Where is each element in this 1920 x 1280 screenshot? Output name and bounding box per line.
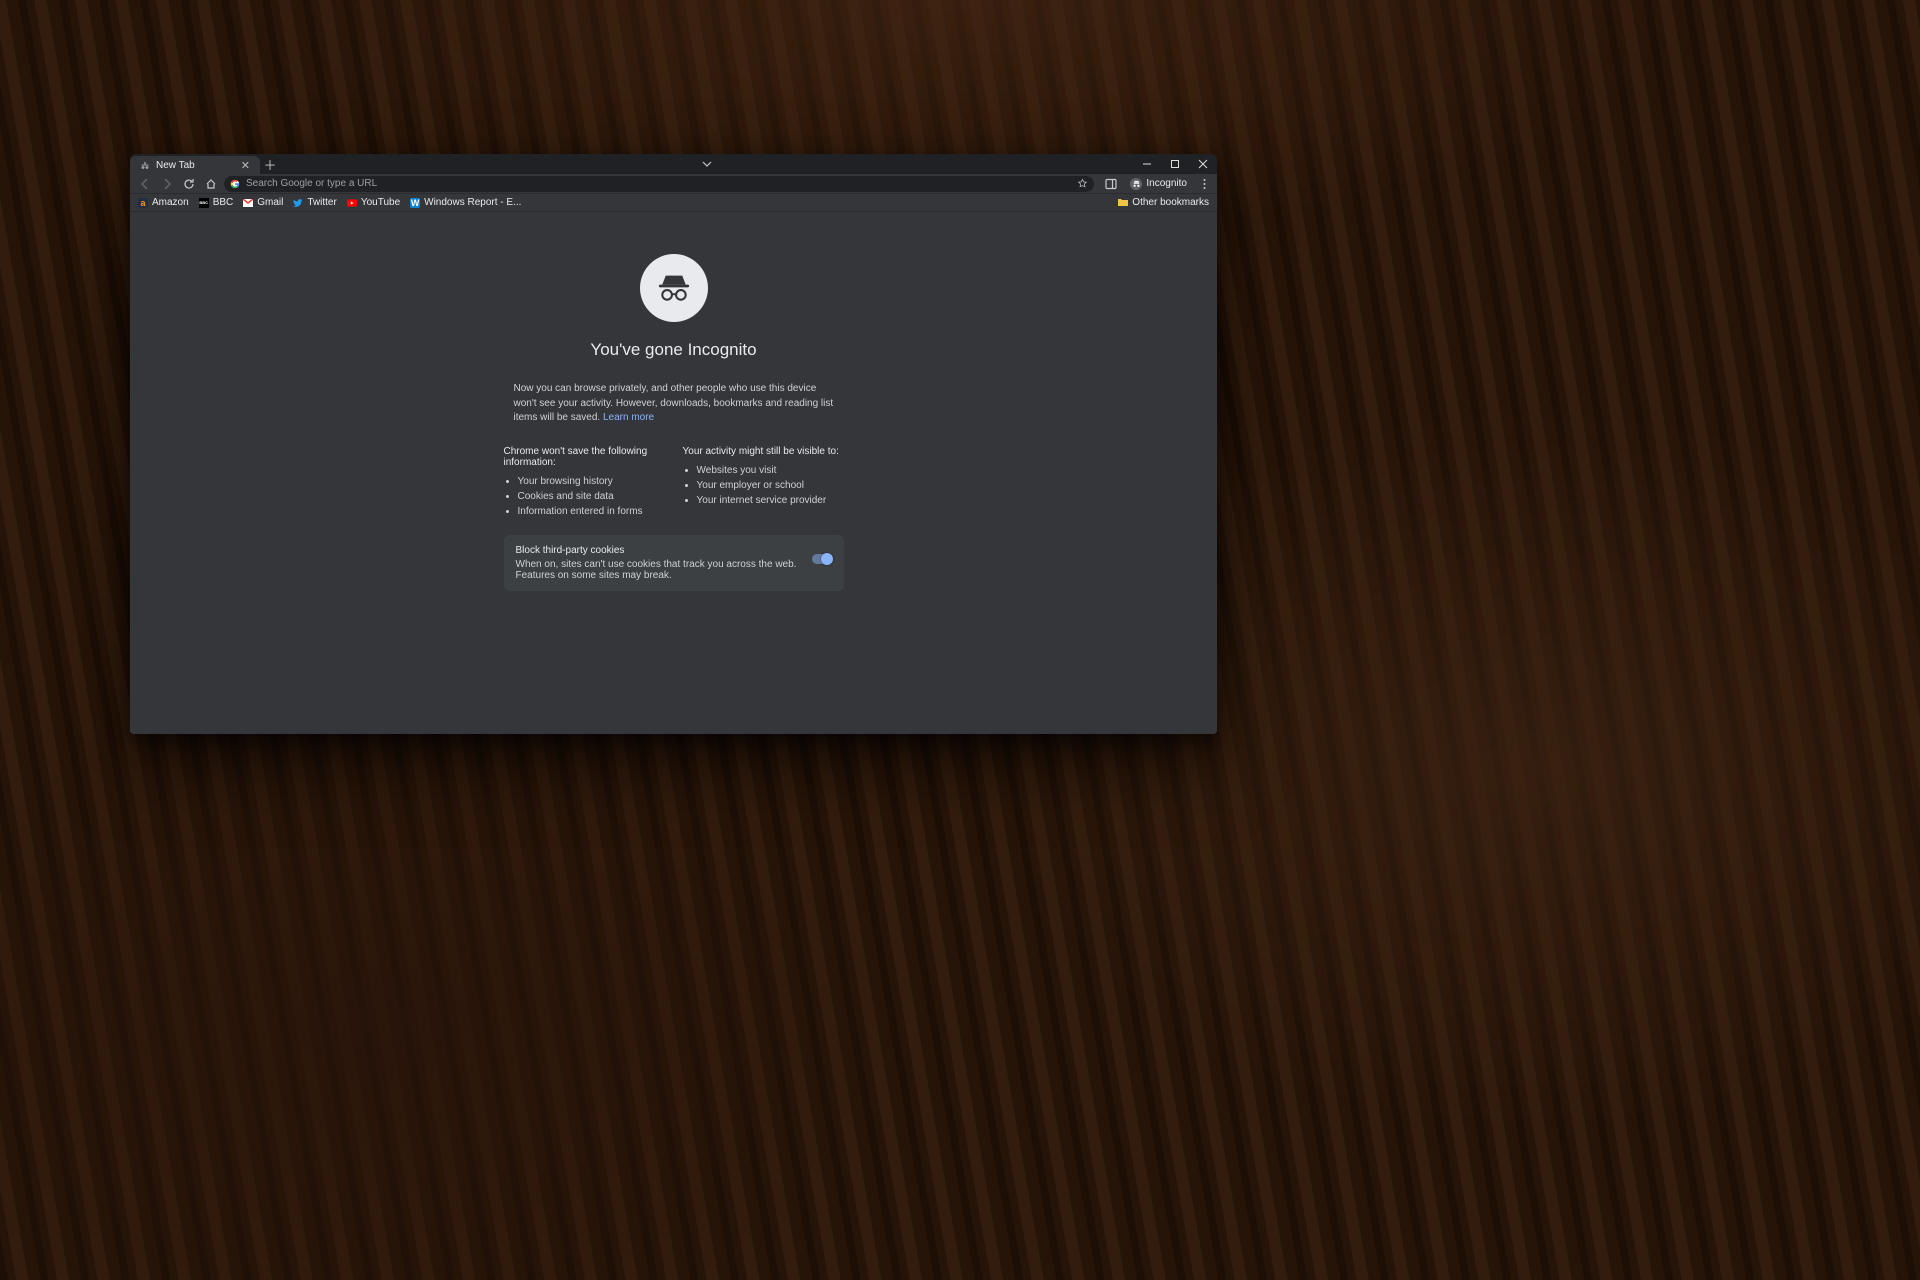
wont-save-column: Chrome won't save the following informat… — [504, 446, 665, 519]
bookmark-star-icon[interactable] — [1077, 178, 1088, 189]
tab-close-button[interactable]: ✕ — [239, 159, 252, 172]
hero-description: Now you can browse privately, and other … — [514, 382, 834, 426]
back-button[interactable] — [136, 175, 154, 193]
list-item: Your employer or school — [697, 478, 844, 493]
bookmarks-bar: aAmazon BBCBBC Gmail Twitter YouTube WWi… — [130, 194, 1217, 212]
visible-to-heading: Your activity might still be visible to: — [683, 446, 844, 457]
incognito-icon — [140, 160, 150, 170]
app-menu-button[interactable] — [1197, 177, 1211, 191]
list-item: Websites you visit — [697, 463, 844, 478]
forward-button[interactable] — [158, 175, 176, 193]
browser-window: New Tab ✕ ＋ Search Google or type a URL — [130, 154, 1217, 734]
list-item: Your browsing history — [518, 474, 665, 489]
other-bookmarks-button[interactable]: Other bookmarks — [1118, 197, 1209, 208]
toggle-knob — [821, 553, 833, 565]
toolbar: Search Google or type a URL Incognito — [130, 174, 1217, 194]
window-controls — [1133, 154, 1217, 174]
block-cookies-desc: When on, sites can't use cookies that tr… — [516, 559, 802, 581]
incognito-hero-icon — [640, 254, 708, 322]
block-cookies-title: Block third-party cookies — [516, 545, 802, 556]
maximize-button[interactable] — [1161, 154, 1189, 174]
visible-to-column: Your activity might still be visible to:… — [683, 446, 844, 519]
tab-title: New Tab — [156, 160, 195, 171]
wont-save-heading: Chrome won't save the following informat… — [504, 446, 665, 468]
youtube-icon — [347, 198, 357, 208]
list-item: Cookies and site data — [518, 489, 665, 504]
incognito-profile-chip[interactable]: Incognito — [1124, 176, 1193, 192]
twitter-icon — [293, 198, 303, 208]
bbc-icon: BBC — [199, 198, 209, 208]
window-close-button[interactable] — [1189, 154, 1217, 174]
address-bar[interactable]: Search Google or type a URL — [224, 176, 1094, 192]
search-engine-icon — [230, 179, 240, 189]
bookmark-item[interactable]: YouTube — [347, 197, 400, 208]
gmail-icon — [243, 198, 253, 208]
info-columns: Chrome won't save the following informat… — [504, 446, 844, 519]
reload-button[interactable] — [180, 175, 198, 193]
titlebar: New Tab ✕ ＋ — [130, 154, 1217, 174]
bookmark-item[interactable]: BBCBBC — [199, 197, 234, 208]
bookmark-item[interactable]: Gmail — [243, 197, 283, 208]
toolbar-right: Incognito — [1098, 175, 1213, 193]
incognito-chip-icon — [1130, 178, 1142, 190]
bookmark-item[interactable]: aAmazon — [138, 197, 189, 208]
tab-search-button[interactable] — [696, 154, 718, 174]
new-tab-button[interactable]: ＋ — [260, 154, 280, 174]
side-panel-button[interactable] — [1102, 175, 1120, 193]
list-item: Your internet service provider — [697, 493, 844, 508]
amazon-icon: a — [138, 198, 148, 208]
page-content: You've gone Incognito Now you can browse… — [130, 212, 1217, 734]
home-button[interactable] — [202, 175, 220, 193]
minimize-button[interactable] — [1133, 154, 1161, 174]
browser-tab[interactable]: New Tab ✕ — [130, 156, 260, 174]
list-item: Information entered in forms — [518, 504, 665, 519]
windows-report-icon: W — [410, 198, 420, 208]
learn-more-link[interactable]: Learn more — [603, 412, 654, 423]
bookmark-item[interactable]: WWindows Report - E... — [410, 197, 521, 208]
incognito-chip-label: Incognito — [1146, 178, 1187, 189]
hero-title: You've gone Incognito — [590, 340, 756, 360]
block-cookies-card: Block third-party cookies When on, sites… — [504, 535, 844, 591]
block-cookies-toggle[interactable] — [812, 554, 832, 564]
folder-icon — [1118, 198, 1128, 207]
address-bar-placeholder: Search Google or type a URL — [246, 178, 377, 189]
bookmark-item[interactable]: Twitter — [293, 197, 336, 208]
